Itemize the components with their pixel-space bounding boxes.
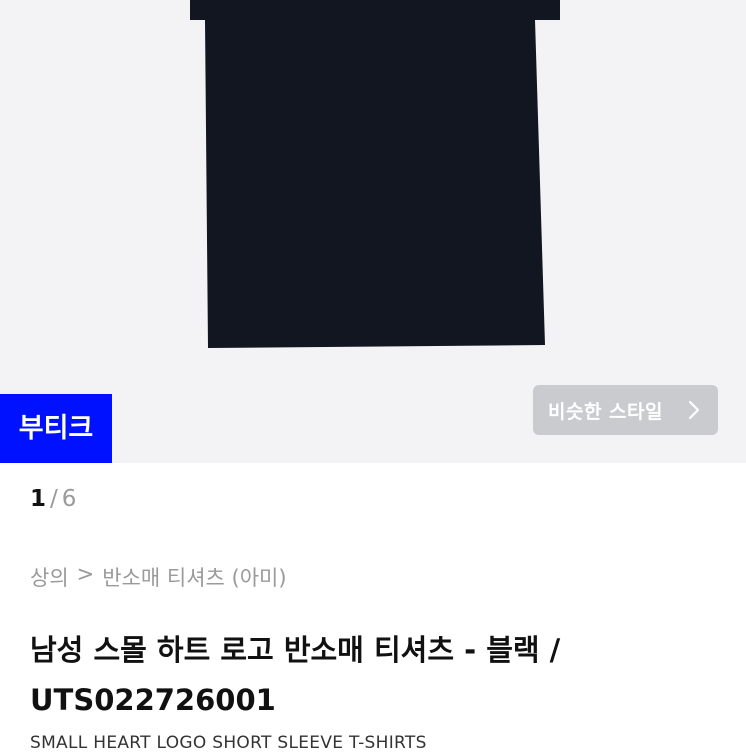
similar-style-label: 비슷한 스타일: [548, 400, 663, 423]
chevron-right-icon: [688, 400, 700, 420]
product-image-gallery[interactable]: 부티크 비슷한 스타일: [0, 0, 746, 463]
product-subtitle: SMALL HEART LOGO SHORT SLEEVE T-SHIRTS: [30, 733, 427, 753]
breadcrumb-subcategory[interactable]: 반소매 티셔츠 (아미): [102, 562, 286, 592]
pager-current: 1: [30, 486, 47, 512]
image-pager: 1/6: [30, 486, 76, 512]
breadcrumb: 상의 > 반소매 티셔츠 (아미): [30, 562, 287, 592]
boutique-badge: 부티크: [0, 394, 112, 463]
product-title: 남성 스몰 하트 로고 반소매 티셔츠 - 블랙 / UTS022726001: [30, 633, 561, 717]
similar-style-button[interactable]: 비슷한 스타일: [533, 385, 718, 435]
breadcrumb-category[interactable]: 상의: [30, 562, 69, 592]
breadcrumb-separator: >: [76, 562, 95, 586]
pager-total: 6: [61, 486, 77, 512]
pager-separator: /: [50, 486, 58, 512]
